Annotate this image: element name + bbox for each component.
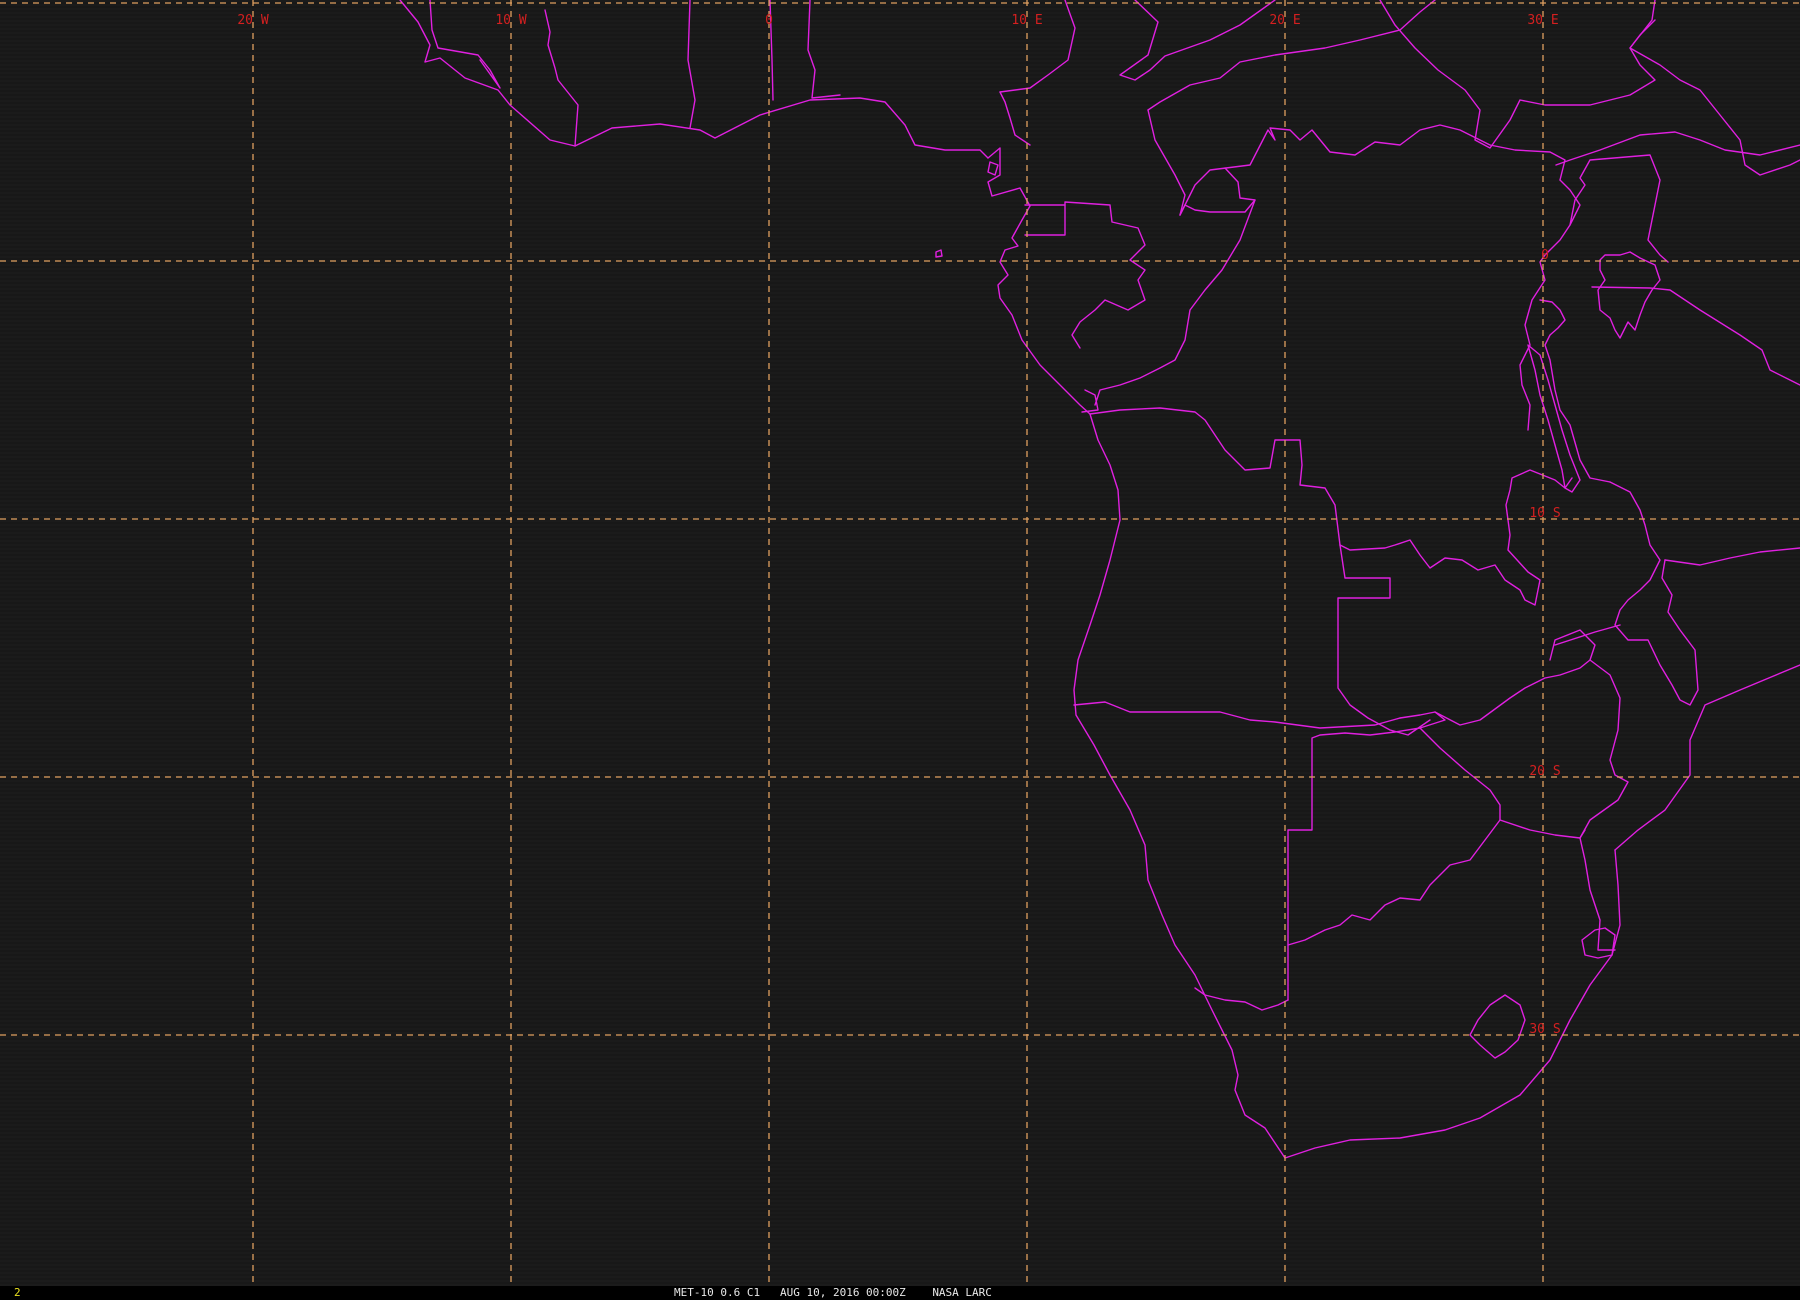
satellite-map[interactable]: 20 W 10 W 0 10 E 20 E 30 E 0 10 S 20 S 30 S 2 MET… <box>0 0 1800 1300</box>
map-canvas[interactable]: 20 W 10 W 0 10 E 20 E 30 E 0 10 S 20 S 30 S <box>0 0 1800 1286</box>
lon-label-20w: 20 W <box>237 13 268 28</box>
lat-label-30s: 30 S <box>1529 1022 1560 1037</box>
image-datetime: AUG 10, 2016 00:00Z <box>779 1286 906 1299</box>
status-caption: MET-10 0.6 C1 AUG 10, 2016 00:00Z NASA L… <box>674 1286 992 1300</box>
lon-label-10w: 10 W <box>495 13 526 28</box>
lon-label-30e: 30 E <box>1527 13 1558 28</box>
data-source: NASA LARC <box>932 1286 992 1299</box>
frame-number: 2 <box>14 1286 21 1299</box>
imagery-background <box>0 0 1800 1286</box>
lat-label-0: 0 <box>1541 248 1549 263</box>
lat-label-10s: 10 S <box>1529 506 1560 521</box>
lon-label-20e: 20 E <box>1269 13 1300 28</box>
lon-label-10e: 10 E <box>1011 13 1042 28</box>
lat-label-20s: 20 S <box>1529 764 1560 779</box>
status-bar: 2 MET-10 0.6 C1 AUG 10, 2016 00:00Z NASA… <box>0 1286 1800 1300</box>
satellite-band: MET-10 0.6 C1 <box>674 1286 761 1299</box>
lon-label-0: 0 <box>765 13 773 28</box>
